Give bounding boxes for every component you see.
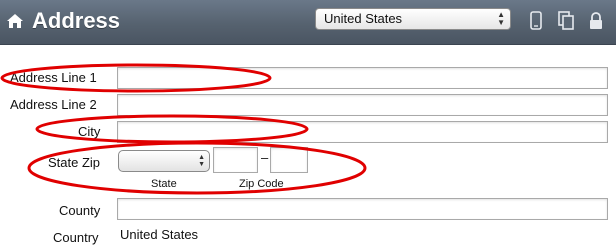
address-line-1-field[interactable] (117, 67, 608, 89)
mobile-device-icon[interactable] (526, 10, 546, 32)
state-select[interactable]: ▲ ▼ (118, 150, 210, 172)
country-value: United States (120, 227, 199, 242)
county-field[interactable] (117, 198, 608, 220)
copy-icon[interactable] (556, 10, 576, 32)
select-arrows-icon: ▲ ▼ (497, 10, 505, 27)
zip-separator: – (261, 150, 269, 165)
zip-extension-field[interactable] (270, 147, 308, 173)
city-field[interactable] (117, 121, 608, 143)
lock-icon[interactable] (586, 10, 606, 32)
header-bar: Address United States ▲ ▼ (0, 0, 616, 45)
zip-code-field[interactable] (213, 147, 258, 173)
address-line-2-label: Address Line 2 (10, 97, 97, 112)
page-title: Address (32, 8, 121, 33)
select-arrows-icon: ▲ ▼ (198, 154, 205, 168)
country-select-value: United States (324, 11, 403, 26)
address-line-1-label: Address Line 1 (10, 70, 97, 85)
home-icon[interactable] (6, 12, 24, 30)
zip-code-caption: Zip Code (239, 178, 284, 190)
city-label: City (78, 124, 101, 139)
address-line-2-field[interactable] (117, 94, 608, 116)
state-zip-label: State Zip (48, 155, 101, 170)
country-select[interactable]: United States ▲ ▼ (315, 8, 511, 30)
county-label: County (59, 203, 101, 218)
state-caption: State (151, 178, 177, 190)
country-label: Country (53, 230, 99, 245)
